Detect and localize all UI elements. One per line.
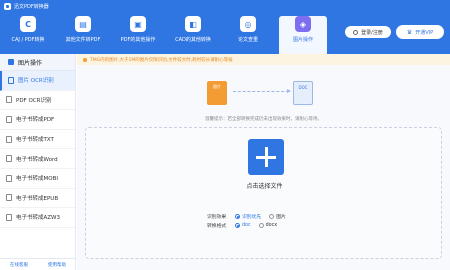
hint-text: 温馨提示：若全部转换完成仍未出现效果时，请耐心等待。 xyxy=(205,117,322,122)
recognize-label: 识别效果 xyxy=(207,215,227,220)
sidebar: 图片操作 图片 OCR识别 PDF OCR识别 电子书转成PDF 电子书转成TX… xyxy=(0,54,76,270)
info-icon xyxy=(83,57,87,62)
sidebar-item-label: 电子书转成EPUB xyxy=(16,195,59,202)
notice-bar: TMG内的图片,大于1M的图片仅限识别,文件较大时,耗时较长请耐心等候 xyxy=(77,54,450,65)
file-drop-zone[interactable]: 点击选择文件 xyxy=(85,127,442,259)
sidebar-item-ebook-word[interactable]: 电子书转成Word xyxy=(0,149,75,169)
sidebar-item-image-ocr[interactable]: 图片 OCR识别 xyxy=(0,71,75,91)
toolbar-item-label: 其他文件转PDF xyxy=(65,37,101,43)
image-file-icon: 图片 xyxy=(207,81,227,105)
pdf-tools-icon: ▣ xyxy=(130,16,146,32)
conversion-options: 识别效果 识别优先 图片 转换格式 doc docx xyxy=(207,212,407,230)
format-label: 转换格式 xyxy=(207,224,227,229)
notice-text: TMG内的图片,大于1M的图片仅限识别,文件较大时,耗时较长请耐心等候 xyxy=(90,57,233,63)
sidebar-item-label: PDF OCR识别 xyxy=(16,97,52,104)
radio-label: doc xyxy=(242,223,251,228)
toolbar-item-label: CAD的其他转换 xyxy=(175,37,211,43)
login-label: 登录/注册 xyxy=(361,29,383,36)
document-icon xyxy=(6,213,12,221)
sidebar-item-label: 电子书转成TXT xyxy=(16,137,54,144)
app-title: 迅文PDF转换器 xyxy=(14,3,49,10)
radio-icon xyxy=(258,223,264,228)
crown-icon: ♛ xyxy=(406,28,413,36)
search-icon: ◎ xyxy=(240,16,256,32)
radio-label: 图片 xyxy=(276,215,286,220)
toolbar-item-label: 图片操作 xyxy=(292,37,313,43)
sidebar-item-label: 图片 OCR识别 xyxy=(18,78,54,85)
toolbar-item-label: CAJ / PDF转换 xyxy=(11,37,45,43)
user-icon xyxy=(353,29,359,35)
help-link[interactable]: 使用帮助 xyxy=(48,262,66,268)
add-file-button[interactable] xyxy=(248,139,284,175)
title-bar: 迅文PDF转换器 xyxy=(0,0,450,12)
sidebar-item-ebook-txt[interactable]: 电子书转成TXT xyxy=(0,130,75,150)
sidebar-item-ebook-mobi[interactable]: 电子书转成MOBI xyxy=(0,169,75,189)
format-option-doc[interactable]: doc xyxy=(235,223,251,228)
main-toolbar: C CAJ / PDF转换 ▤ 其他文件转PDF ▣ PDF的其他操作 ◧ CA… xyxy=(0,12,450,54)
format-row: 转换格式 doc docx xyxy=(207,221,407,230)
recognize-option-priority[interactable]: 识别优先 xyxy=(235,213,261,220)
add-file-label[interactable]: 点击选择文件 xyxy=(86,181,443,190)
conversion-flow: 图片 DOC xyxy=(207,78,317,108)
document-icon xyxy=(8,76,14,84)
format-option-docx[interactable]: docx xyxy=(258,223,278,228)
login-button[interactable]: 登录/注册 xyxy=(345,26,391,38)
sidebar-item-label: 电子书转成PDF xyxy=(16,117,55,124)
doc-file-icon: DOC xyxy=(293,81,313,105)
toolbar-item-label: PDF的其他操作 xyxy=(120,37,156,43)
radio-icon xyxy=(269,214,275,219)
c-icon: C xyxy=(20,16,36,32)
sidebar-item-ebook-epub[interactable]: 电子书转成EPUB xyxy=(0,189,75,209)
sidebar-header-label: 图片操作 xyxy=(18,59,43,67)
toolbar-item-cad[interactable]: ◧ CAD的其他转换 xyxy=(169,16,217,54)
sidebar-item-label: 电子书转成Word xyxy=(16,156,58,163)
vip-label: 开通VIP xyxy=(415,29,434,36)
sidebar-item-label: 电子书转成AZW3 xyxy=(16,215,60,222)
document-icon xyxy=(6,96,12,104)
vip-button[interactable]: ♛ 开通VIP xyxy=(396,25,444,39)
sidebar-footer: 在线客服 使用帮助 xyxy=(0,258,76,270)
sidebar-item-ebook-pdf[interactable]: 电子书转成PDF xyxy=(0,110,75,130)
document-icon xyxy=(6,115,12,123)
document-icon xyxy=(6,174,12,182)
document-icon xyxy=(6,194,12,202)
recognize-row: 识别效果 识别优先 图片 xyxy=(207,212,407,221)
toolbar-item-label: 论文查重 xyxy=(237,37,258,43)
online-service-link[interactable]: 在线客服 xyxy=(10,262,28,268)
toolbar-item-image[interactable]: ◈ 图片操作 xyxy=(279,16,327,54)
radio-label: docx xyxy=(265,223,278,228)
document-icon xyxy=(6,135,12,143)
document-icon xyxy=(6,155,12,163)
toolbar-item-plagiarism[interactable]: ◎ 论文查重 xyxy=(224,16,272,54)
toolbar-item-pdf-tools[interactable]: ▣ PDF的其他操作 xyxy=(114,16,162,54)
sidebar-item-label: 电子书转成MOBI xyxy=(16,176,58,183)
radio-selected-icon xyxy=(235,223,240,228)
sidebar-header: 图片操作 xyxy=(0,54,75,71)
convert-icon: ▤ xyxy=(75,16,91,32)
menu-icon xyxy=(8,59,14,65)
toolbar-item-caj-pdf[interactable]: C CAJ / PDF转换 xyxy=(4,16,52,54)
toolbar-item-to-pdf[interactable]: ▤ 其他文件转PDF xyxy=(59,16,107,54)
sidebar-item-ebook-azw3[interactable]: 电子书转成AZW3 xyxy=(0,208,75,228)
app-logo-icon xyxy=(4,2,11,10)
arrow-right-icon xyxy=(233,89,291,93)
cad-icon: ◧ xyxy=(185,16,201,32)
image-icon: ◈ xyxy=(295,16,311,32)
main-panel: TMG内的图片,大于1M的图片仅限识别,文件较大时,耗时较长请耐心等候 图片 D… xyxy=(77,54,450,270)
recognize-option-image[interactable]: 图片 xyxy=(269,213,286,220)
sidebar-item-pdf-ocr[interactable]: PDF OCR识别 xyxy=(0,91,75,111)
radio-selected-icon xyxy=(235,214,240,219)
radio-label: 识别优先 xyxy=(242,215,262,220)
